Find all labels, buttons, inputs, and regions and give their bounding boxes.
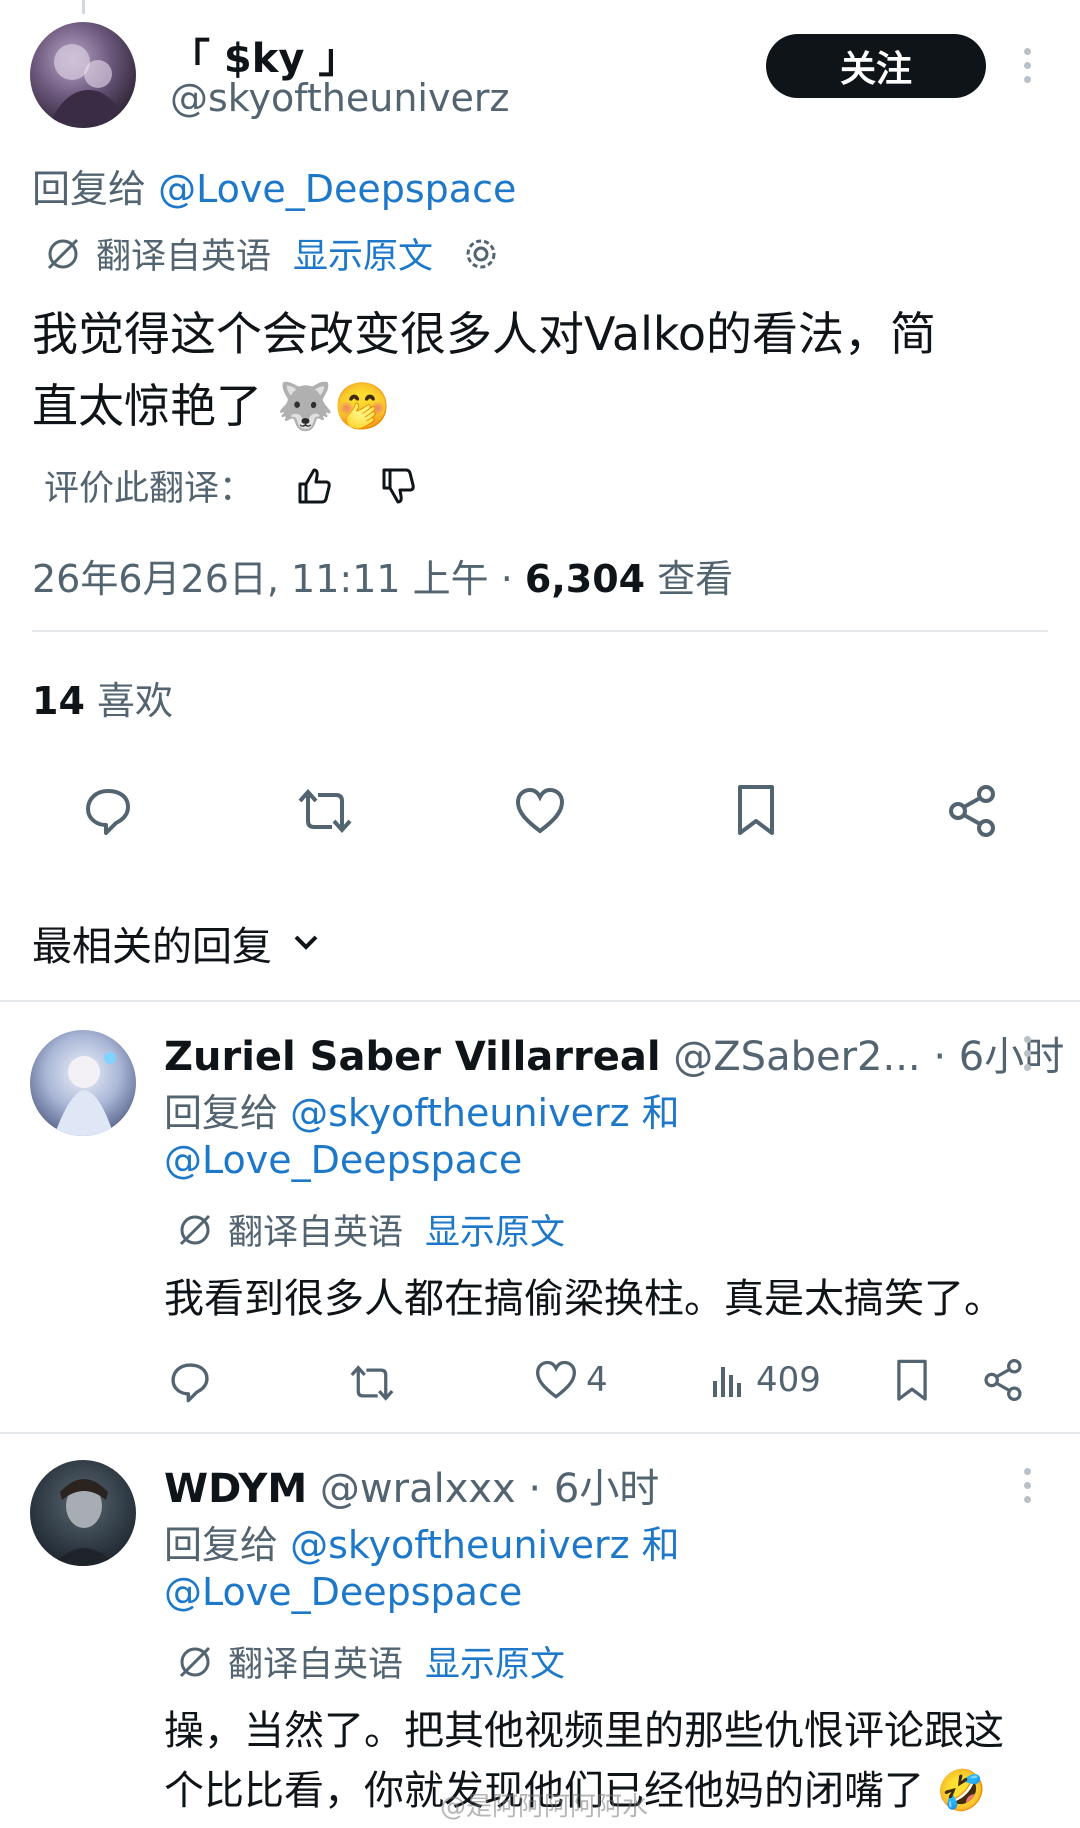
more-options-icon[interactable] bbox=[1022, 1036, 1032, 1078]
reply-author-handle[interactable]: @ZSaber2... bbox=[673, 1034, 920, 1080]
reply-to-prefix: 回复给 bbox=[32, 167, 147, 211]
reply-author-handle[interactable]: @wralxxx bbox=[320, 1466, 516, 1512]
sort-label: 最相关的回复 bbox=[32, 924, 272, 970]
reply-author-name[interactable]: WDYM bbox=[164, 1466, 307, 1512]
show-original-link[interactable]: 显示原文 bbox=[425, 1636, 565, 1687]
views-count: 6,304 bbox=[524, 557, 646, 601]
translation-bar: 翻译自英语 显示原文 bbox=[176, 1204, 565, 1255]
like-icon bbox=[534, 1360, 578, 1400]
like-icon[interactable] bbox=[514, 787, 566, 835]
analytics-icon bbox=[710, 1361, 748, 1399]
show-original-link[interactable]: 显示原文 bbox=[425, 1204, 565, 1255]
bookmark-icon[interactable] bbox=[894, 1358, 930, 1404]
bookmark-icon[interactable] bbox=[734, 783, 778, 839]
views-label: 查看 bbox=[645, 557, 734, 601]
translate-icon bbox=[176, 1211, 214, 1249]
reply-to-line: 回复给 @Love_Deepspace bbox=[32, 158, 516, 213]
avatar[interactable] bbox=[30, 1030, 136, 1136]
translation-bar: 翻译自英语 显示原文 bbox=[44, 228, 499, 279]
reply-icon[interactable] bbox=[82, 785, 134, 837]
thumbs-up-icon[interactable] bbox=[294, 466, 334, 506]
likes-label: 喜欢 bbox=[84, 679, 173, 723]
tweet-text-line1: 我觉得这个会改变很多人对Valko的看法，简 bbox=[32, 307, 937, 361]
divider bbox=[32, 630, 1048, 632]
translation-bar: 翻译自英语 显示原文 bbox=[176, 1636, 565, 1687]
avatar-art bbox=[54, 1052, 116, 1136]
reply-to-handle[interactable]: @skyoftheuniverz bbox=[290, 1523, 629, 1567]
rate-translation-label: 评价此翻译： bbox=[44, 469, 255, 509]
avatar[interactable] bbox=[30, 1460, 136, 1566]
reply-to-line: 回复给 @skyoftheuniverz 和 bbox=[164, 1082, 680, 1137]
reply-text: 我看到很多人都在搞偷梁换柱。真是太搞笑了。 bbox=[164, 1276, 1004, 1322]
views-button[interactable]: 409 bbox=[710, 1360, 821, 1400]
share-icon[interactable] bbox=[946, 784, 998, 838]
timestamp[interactable]: 26年6月26日, 11:11 上午 · bbox=[32, 557, 525, 601]
reply-to-and: 和 bbox=[629, 1091, 680, 1135]
thumbs-down-icon[interactable] bbox=[378, 466, 418, 506]
retweet-icon[interactable] bbox=[296, 785, 354, 837]
tweet-text-line2: 直太惊艳了 🐺🤭 bbox=[32, 379, 392, 433]
show-original-link[interactable]: 显示原文 bbox=[293, 228, 433, 279]
reply-to-handle[interactable]: @Love_Deepspace bbox=[158, 167, 516, 211]
like-button[interactable]: 4 bbox=[534, 1360, 608, 1400]
avatar[interactable] bbox=[30, 22, 136, 128]
translated-from-label: 翻译自英语 bbox=[228, 1645, 404, 1685]
reply-to-handle[interactable]: @Love_Deepspace bbox=[164, 1570, 522, 1614]
reply-icon[interactable] bbox=[168, 1360, 212, 1404]
translate-icon bbox=[176, 1643, 214, 1681]
divider bbox=[0, 1432, 1080, 1434]
timestamp-row: 26年6月26日, 11:11 上午 · 6,304 查看 bbox=[32, 548, 733, 603]
reply-to-handle[interactable]: @skyoftheuniverz bbox=[290, 1091, 629, 1135]
reply-to-handle[interactable]: @Love_Deepspace bbox=[164, 1138, 522, 1182]
reply-header: WDYM @wralxxx · 6小时 bbox=[164, 1456, 659, 1514]
follow-button[interactable]: 关注 bbox=[766, 34, 986, 98]
top-thread-line bbox=[82, 0, 85, 14]
avatar-art bbox=[52, 1479, 116, 1566]
reply-to-prefix: 回复给 bbox=[164, 1091, 279, 1135]
views-count: 409 bbox=[756, 1360, 821, 1400]
avatar-art bbox=[50, 44, 126, 126]
watermark: @是阿阿阿阿阿水 bbox=[440, 1792, 649, 1822]
reply-text-line1: 操，当然了。把其他视频里的那些仇恨评论跟这 bbox=[164, 1708, 1004, 1754]
likes-count: 14 bbox=[32, 679, 85, 723]
reply-time[interactable]: · 6小时 bbox=[516, 1466, 659, 1512]
gear-icon[interactable] bbox=[463, 236, 499, 272]
reply-to-prefix: 回复给 bbox=[164, 1523, 279, 1567]
reply-header: Zuriel Saber Villarreal @ZSaber2... · 6小… bbox=[164, 1024, 1064, 1082]
reply-to-and: 和 bbox=[629, 1523, 680, 1567]
reply-to-line: 回复给 @skyoftheuniverz 和 bbox=[164, 1514, 680, 1569]
reply-time[interactable]: · 6小时 bbox=[921, 1034, 1064, 1080]
like-count: 4 bbox=[586, 1360, 608, 1400]
sort-replies-dropdown[interactable]: 最相关的回复 bbox=[32, 914, 320, 972]
handle[interactable]: @skyoftheuniverz bbox=[170, 76, 509, 120]
divider bbox=[0, 1000, 1080, 1002]
rate-translation: 评价此翻译： bbox=[44, 460, 418, 511]
translated-from-label: 翻译自英语 bbox=[228, 1213, 404, 1253]
more-options-icon[interactable] bbox=[1022, 1468, 1032, 1510]
share-icon[interactable] bbox=[982, 1358, 1024, 1402]
more-options-icon[interactable] bbox=[1022, 48, 1032, 90]
retweet-icon[interactable] bbox=[348, 1362, 396, 1404]
likes-row[interactable]: 14 喜欢 bbox=[32, 670, 173, 725]
chevron-down-icon bbox=[292, 933, 320, 953]
translated-from-label: 翻译自英语 bbox=[96, 237, 272, 277]
reply-author-name[interactable]: Zuriel Saber Villarreal bbox=[164, 1034, 661, 1080]
translate-icon bbox=[44, 235, 82, 273]
